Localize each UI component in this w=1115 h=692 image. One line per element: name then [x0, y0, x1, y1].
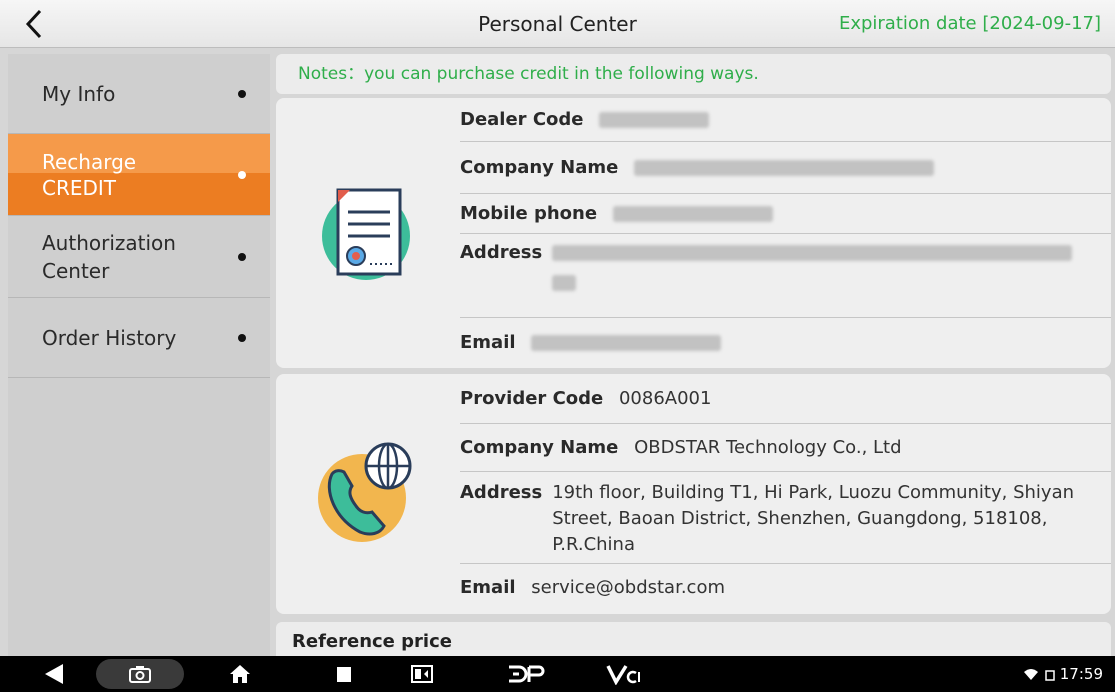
redacted-value [612, 206, 773, 222]
bullet-icon [238, 252, 246, 261]
sidebar-item-authorization-center[interactable]: Authorization Center [8, 216, 270, 298]
company-name-label: Company Name [460, 437, 619, 458]
sidebar-item-recharge-credit[interactable]: Recharge CREDIT [8, 134, 270, 216]
redacted-value [531, 335, 722, 351]
split-screen-icon [411, 665, 433, 683]
dealer-mobile-row: Mobile phone [460, 194, 1111, 234]
provider-code-value: 0086A001 [618, 388, 712, 409]
bullet-icon [238, 170, 246, 179]
triangle-back-icon [45, 664, 63, 684]
address-label: Address [460, 242, 543, 263]
recents-icon [337, 667, 351, 682]
sidebar-item-label: My Info [42, 81, 116, 106]
vci-app-button[interactable] [604, 656, 644, 692]
sidebar-item-label: Recharge CREDIT [42, 149, 137, 200]
provider-company-row: Company Name OBDSTAR Technology Co., Ltd [460, 424, 1111, 472]
dp-logo-icon [509, 665, 545, 683]
status-time: 17:59 [1059, 665, 1103, 683]
dealer-card: Dealer Code Company Name Mobile phone Ad… [276, 98, 1111, 368]
camera-icon [129, 666, 151, 683]
provider-address-row: Address 19th floor, Building T1, Hi Park… [460, 472, 1111, 564]
dealer-email-row: Email [460, 318, 1111, 368]
nav-home-button[interactable] [222, 656, 258, 692]
nav-back-button[interactable] [36, 656, 72, 692]
dp-app-button[interactable] [502, 656, 552, 692]
system-nav-bar: 17:59 [0, 656, 1115, 692]
wifi-icon [1024, 668, 1039, 680]
redacted-value [599, 112, 710, 128]
redacted-value [634, 160, 935, 176]
bullet-icon [238, 333, 246, 342]
bullet-icon [238, 89, 246, 98]
email-label: Email [460, 332, 516, 353]
redacted-value [552, 245, 1073, 261]
split-screen-button[interactable] [404, 656, 440, 692]
dealer-address-row: Address [460, 234, 1111, 318]
mobile-phone-label: Mobile phone [460, 203, 598, 224]
address-label: Address [460, 482, 543, 503]
provider-email-row: Email service@obdstar.com [460, 564, 1111, 612]
sidebar: My Info Recharge CREDIT Authorization Ce… [8, 54, 270, 656]
sidebar-item-label: Order History [42, 325, 177, 350]
title-bar: Personal Center Expiration date [2024-09… [0, 0, 1115, 48]
provider-company-value: OBDSTAR Technology Co., Ltd [634, 437, 902, 458]
signal-icon [1045, 669, 1055, 681]
screenshot-button[interactable] [96, 656, 184, 692]
provider-card: Provider Code 0086A001 Company Name OBDS… [276, 374, 1111, 614]
nav-recents-button[interactable] [326, 656, 362, 692]
email-label: Email [460, 577, 516, 598]
status-area: 17:59 [1024, 656, 1103, 692]
provider-code-label: Provider Code [460, 388, 604, 409]
provider-email-value: service@obdstar.com [531, 577, 726, 598]
company-name-label: Company Name [460, 157, 619, 178]
sidebar-item-my-info[interactable]: My Info [8, 54, 270, 134]
main-content: Notes：you can purchase credit in the fol… [276, 54, 1111, 656]
provider-address-value: 19th floor, Building T1, Hi Park, Luozu … [552, 482, 1075, 555]
vci-logo-icon [606, 665, 640, 685]
dealer-code-label: Dealer Code [460, 109, 584, 130]
notes-banner: Notes：you can purchase credit in the fol… [276, 54, 1111, 94]
dealer-code-row: Dealer Code [460, 98, 1111, 142]
document-certificate-icon [322, 188, 410, 280]
reference-price-header: Reference price [276, 622, 1111, 656]
sidebar-item-label: Authorization Center [42, 230, 176, 283]
expiration-date: Expiration date [2024-09-17] [838, 13, 1101, 34]
dealer-company-row: Company Name [460, 142, 1111, 194]
sidebar-item-order-history[interactable]: Order History [8, 298, 270, 378]
phone-globe-icon [318, 442, 412, 542]
provider-code-row: Provider Code 0086A001 [460, 374, 1111, 424]
redacted-value [552, 275, 577, 291]
home-icon [230, 665, 250, 683]
